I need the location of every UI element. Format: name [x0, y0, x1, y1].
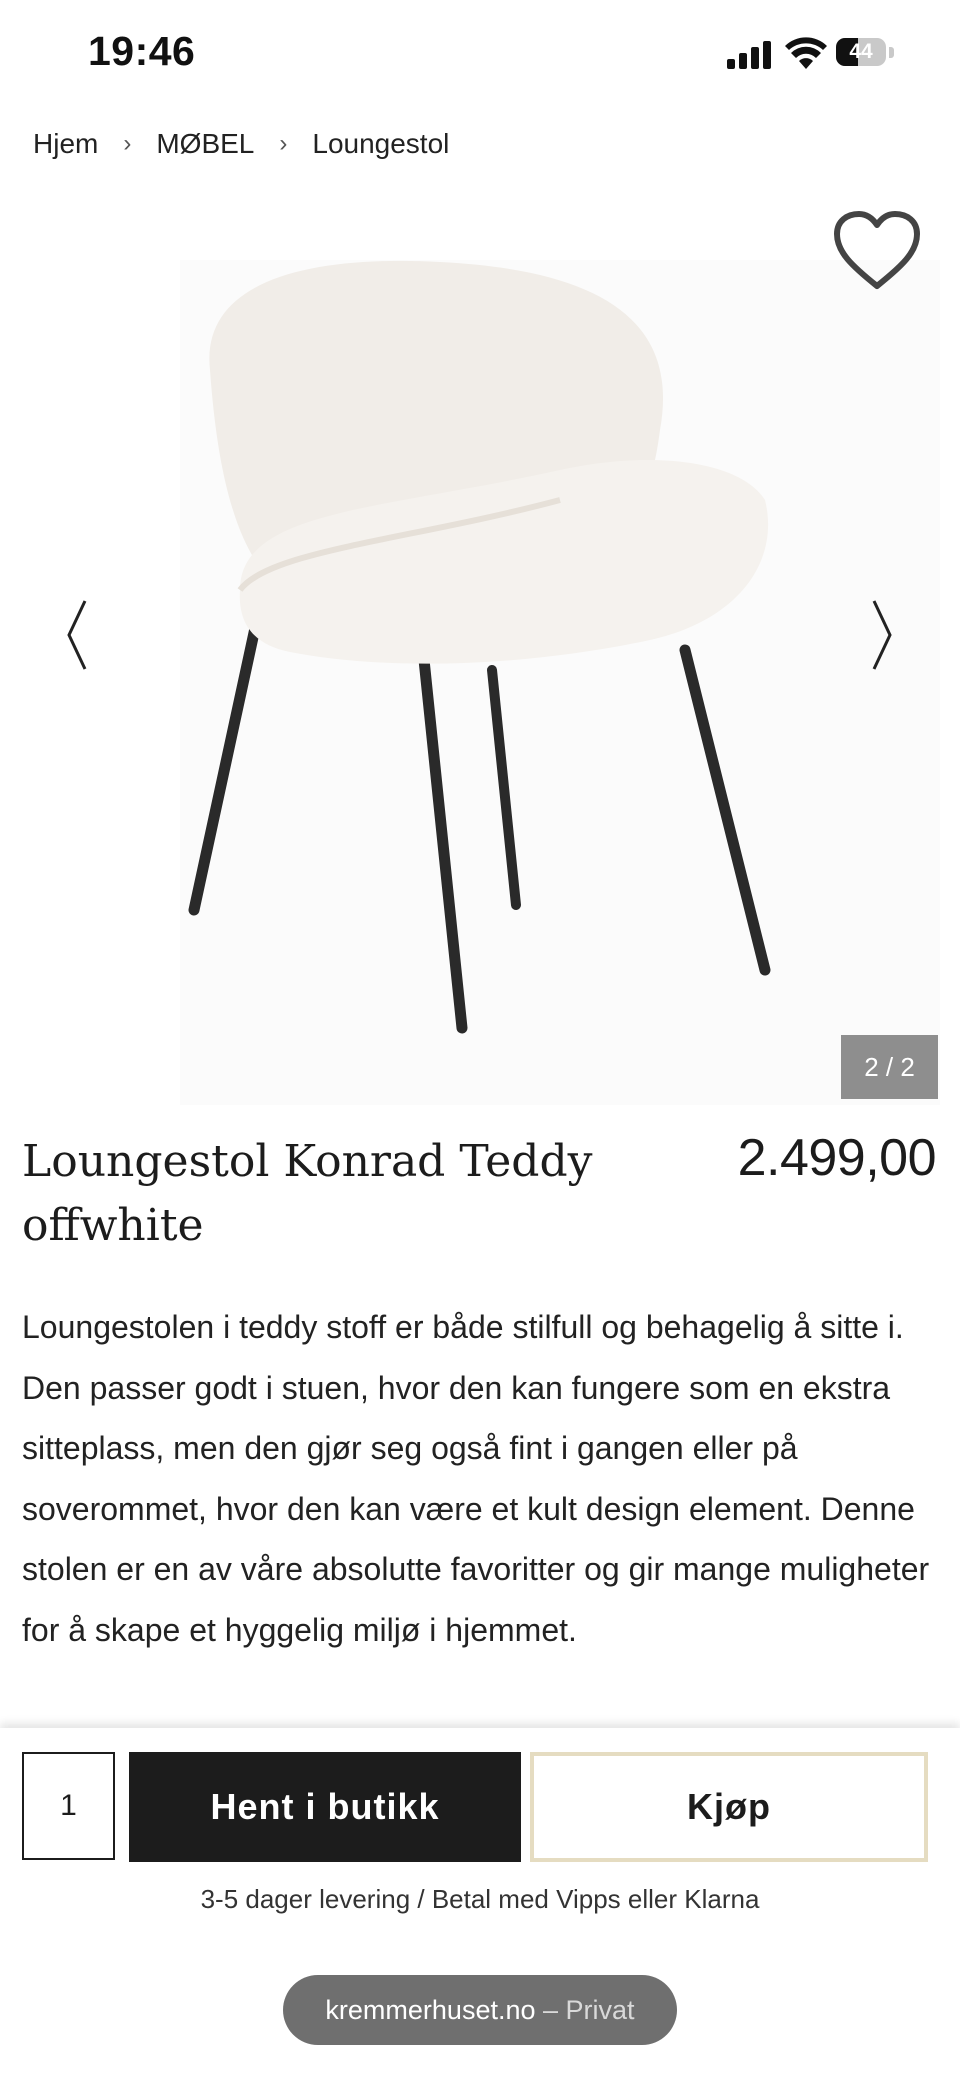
heart-icon[interactable]: [832, 210, 922, 292]
buy-button[interactable]: Kjøp: [530, 1752, 928, 1862]
product-title: Loungestol Konrad Teddy offwhite: [22, 1136, 593, 1251]
breadcrumb-separator: ›: [123, 130, 132, 157]
breadcrumb-home[interactable]: Hjem: [33, 128, 98, 160]
browser-url-pill[interactable]: kremmerhuset.no – Privat: [283, 1975, 677, 2045]
wifi-icon: [785, 37, 827, 69]
battery-level: 44: [849, 40, 873, 63]
battery-icon: 44: [836, 38, 894, 68]
breadcrumb-current: Loungestol: [312, 128, 450, 159]
product-description: Loungestolen i teddy stoff er både stilf…: [22, 1309, 930, 1648]
delivery-info: 3-5 dager levering / Betal med Vipps ell…: [200, 1884, 760, 1914]
pickup-in-store-button[interactable]: Hent i butikk: [129, 1752, 521, 1862]
private-mode-label: Privat: [565, 1995, 635, 2025]
product-price: 2.499,00: [737, 1129, 937, 1187]
product-image: [180, 260, 940, 1105]
status-time: 19:46: [88, 28, 196, 74]
breadcrumb-mobel[interactable]: MØBEL: [156, 128, 254, 160]
url-separator: –: [535, 1995, 566, 2025]
signal-icon: [727, 41, 771, 69]
status-bar: 19:46 44: [0, 0, 960, 110]
chevron-right-icon[interactable]: [858, 595, 908, 675]
product-gallery: 2 / 2: [0, 200, 960, 1110]
breadcrumb-separator: ›: [279, 130, 288, 157]
quantity-input[interactable]: [22, 1752, 115, 1860]
url-domain: kremmerhuset.no: [325, 1995, 536, 2025]
chevron-left-icon[interactable]: [55, 595, 105, 675]
breadcrumb: Hjem › MØBEL › Loungestol: [33, 124, 449, 164]
image-counter: 2 / 2: [841, 1035, 938, 1099]
